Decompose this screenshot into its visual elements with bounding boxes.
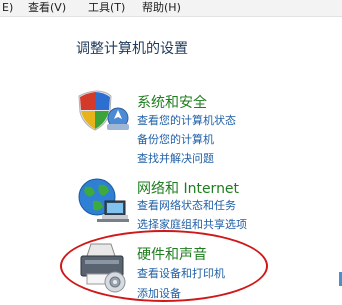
- menu-bar: E) 查看(V) 工具(T) 帮助(H): [0, 0, 342, 17]
- category-title-network-internet[interactable]: 网络和 Internet: [137, 178, 239, 198]
- link-find-fix-problems[interactable]: 查找并解决问题: [137, 150, 214, 166]
- page-title: 调整计算机的设置: [76, 41, 188, 57]
- category-title-system-security[interactable]: 系统和安全: [137, 92, 207, 112]
- menu-view[interactable]: 查看(V): [28, 0, 66, 16]
- highlight-ellipse: [60, 230, 268, 302]
- menu-tools[interactable]: 工具(T): [88, 0, 125, 16]
- link-backup-computer[interactable]: 备份您的计算机: [137, 131, 214, 147]
- menu-edit[interactable]: E): [2, 0, 13, 16]
- menu-help[interactable]: 帮助(H): [142, 0, 181, 16]
- shield-icon[interactable]: [75, 88, 129, 132]
- network-globe-icon[interactable]: [75, 175, 131, 223]
- link-view-network-status[interactable]: 查看网络状态和任务: [137, 197, 236, 213]
- link-view-computer-status[interactable]: 查看您的计算机状态: [137, 112, 236, 128]
